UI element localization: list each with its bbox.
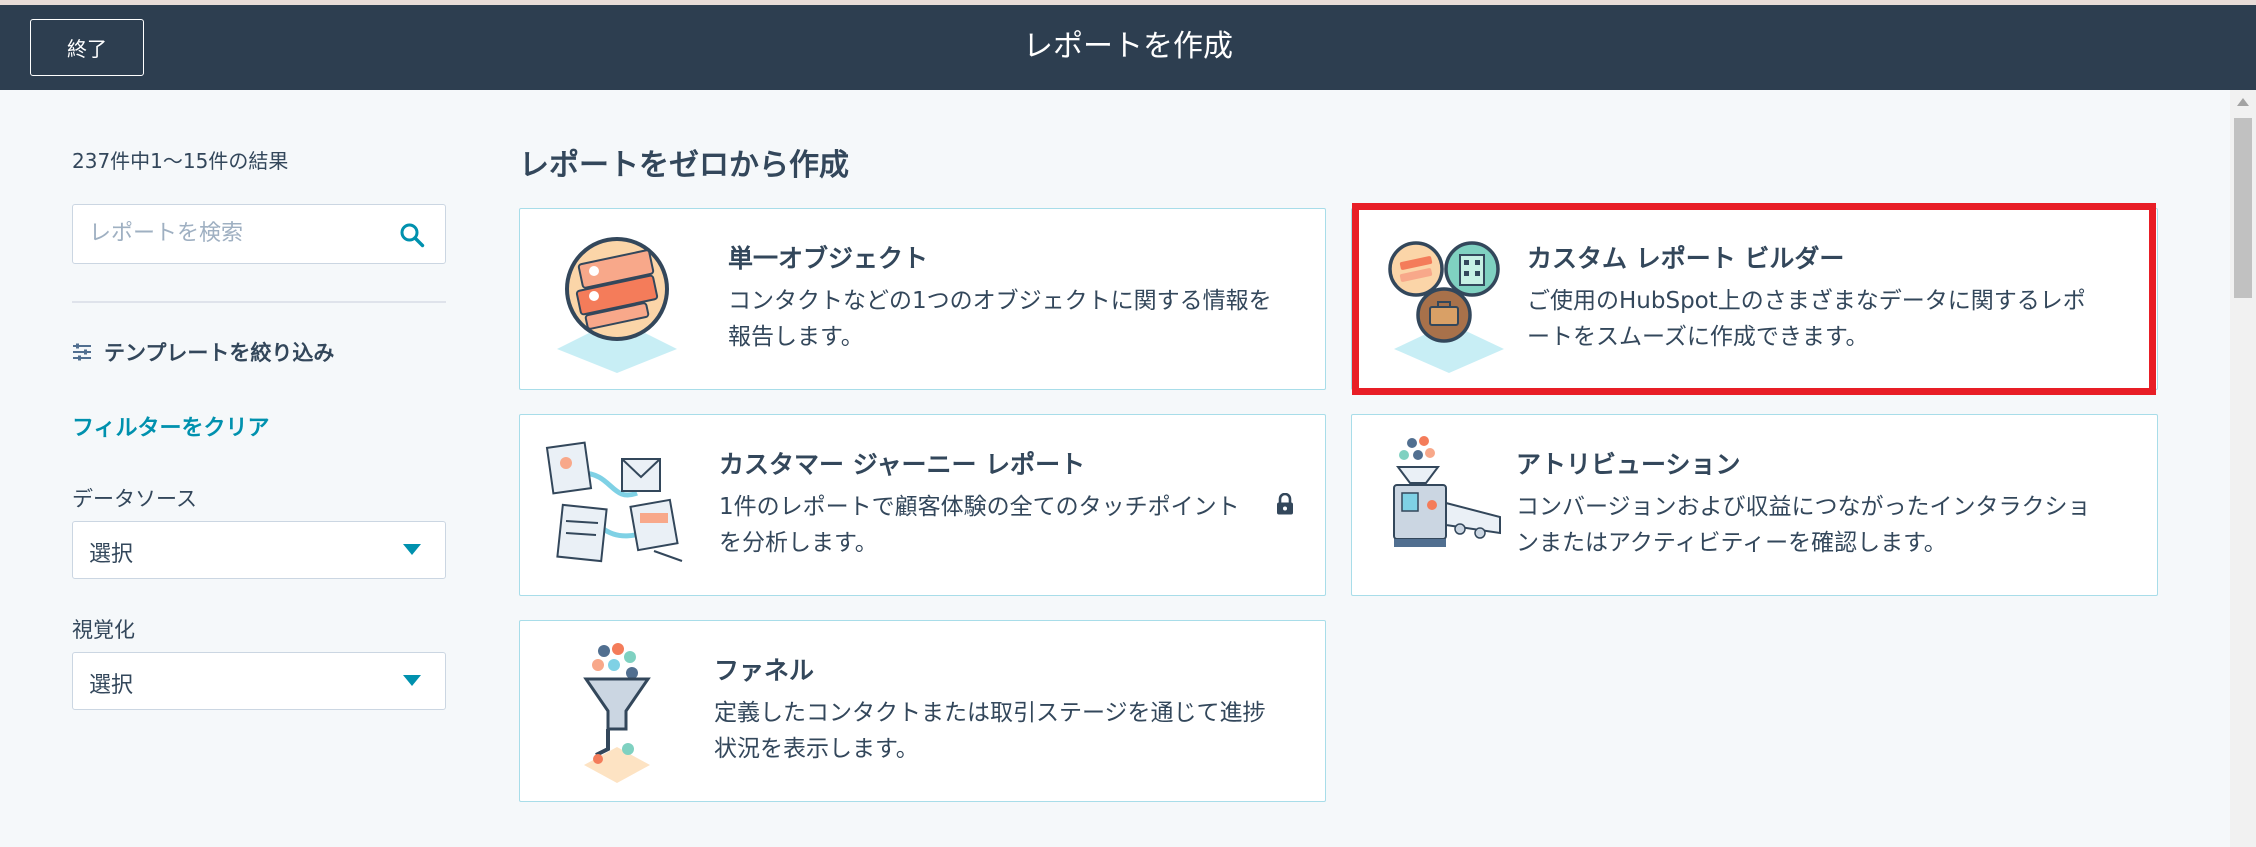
section-title: レポートをゼロから作成 <box>519 148 849 183</box>
card-title: アトリビューション <box>1516 450 1741 479</box>
search-input[interactable] <box>73 205 405 262</box>
visualization-value: 選択 <box>89 673 134 698</box>
sliders-icon <box>73 343 91 361</box>
search-box <box>72 204 446 264</box>
scroll-thumb[interactable] <box>2234 118 2252 298</box>
card-customer-journey[interactable]: カスタマー ジャーニー レポート 1件のレポートで顧客体験の全てのタッチポイント… <box>519 414 1326 596</box>
scroll-up-arrow-icon[interactable] <box>2237 98 2249 106</box>
clear-filters-link[interactable]: フィルターをクリア <box>72 410 270 442</box>
visualization-select[interactable]: 選択 <box>72 652 446 710</box>
card-description: 1件のレポートで顧客体験の全てのタッチポイント を分析します。 <box>719 494 1240 556</box>
card-funnel[interactable]: ファネル 定義したコンタクトまたは取引ステージを通じて進捗 状況を表示します。 <box>519 620 1326 802</box>
card-description: コンタクトなどの1つのオブジェクトに関する情報を 報告します。 <box>728 288 1272 350</box>
search-icon[interactable] <box>399 222 425 248</box>
sidebar: 237件中1～15件の結果 テンプレートを絞り込み フィルターをクリア データソ… <box>0 90 470 847</box>
chevron-down-icon <box>403 544 421 555</box>
result-count: 237件中1～15件の結果 <box>72 149 289 173</box>
filter-heading-label: テンプレートを絞り込み <box>104 341 335 365</box>
card-description: コンバージョンおよび収益につながったインタラクショ ンまたはアクティビティーを確… <box>1516 494 2091 556</box>
attribution-illustration <box>1393 436 1501 547</box>
data-source-value: 選択 <box>89 542 134 567</box>
card-title: カスタマー ジャーニー レポート <box>719 450 1086 479</box>
scrollbar[interactable] <box>2230 90 2256 847</box>
top-bar: 終了 レポートを作成 <box>0 0 2256 90</box>
data-source-label: データソース <box>72 487 197 511</box>
card-custom-report-builder[interactable]: カスタム レポート ビルダー ご使用のHubSpot上のさまざまなデータに関する… <box>1351 208 2158 390</box>
page-title: レポートを作成 <box>1023 29 1233 64</box>
custom-report-builder-illustration <box>1388 241 1504 373</box>
customer-journey-illustration <box>545 441 683 563</box>
single-object-illustration <box>557 237 677 373</box>
card-title: カスタム レポート ビルダー <box>1527 244 1845 273</box>
filter-heading: テンプレートを絞り込み <box>72 337 334 367</box>
visualization-label: 視覚化 <box>72 618 135 642</box>
card-description: ご使用のHubSpot上のさまざまなデータに関するレポ ートをスムーズに作成でき… <box>1527 288 2086 350</box>
card-title: ファネル <box>714 656 815 685</box>
data-source-select[interactable]: 選択 <box>72 521 446 579</box>
card-description: 定義したコンタクトまたは取引ステージを通じて進捗 状況を表示します。 <box>714 700 1266 762</box>
sidebar-divider <box>72 301 446 303</box>
chevron-down-icon <box>403 675 421 686</box>
card-attribution[interactable]: アトリビューション コンバージョンおよび収益につながったインタラクショ ンまたは… <box>1351 414 2158 596</box>
lock-icon <box>1277 493 1293 515</box>
funnel-illustration <box>583 643 651 783</box>
card-single-object[interactable]: 単一オブジェクト コンタクトなどの1つのオブジェクトに関する情報を 報告します。 <box>519 208 1326 390</box>
card-title: 単一オブジェクト <box>728 244 929 273</box>
